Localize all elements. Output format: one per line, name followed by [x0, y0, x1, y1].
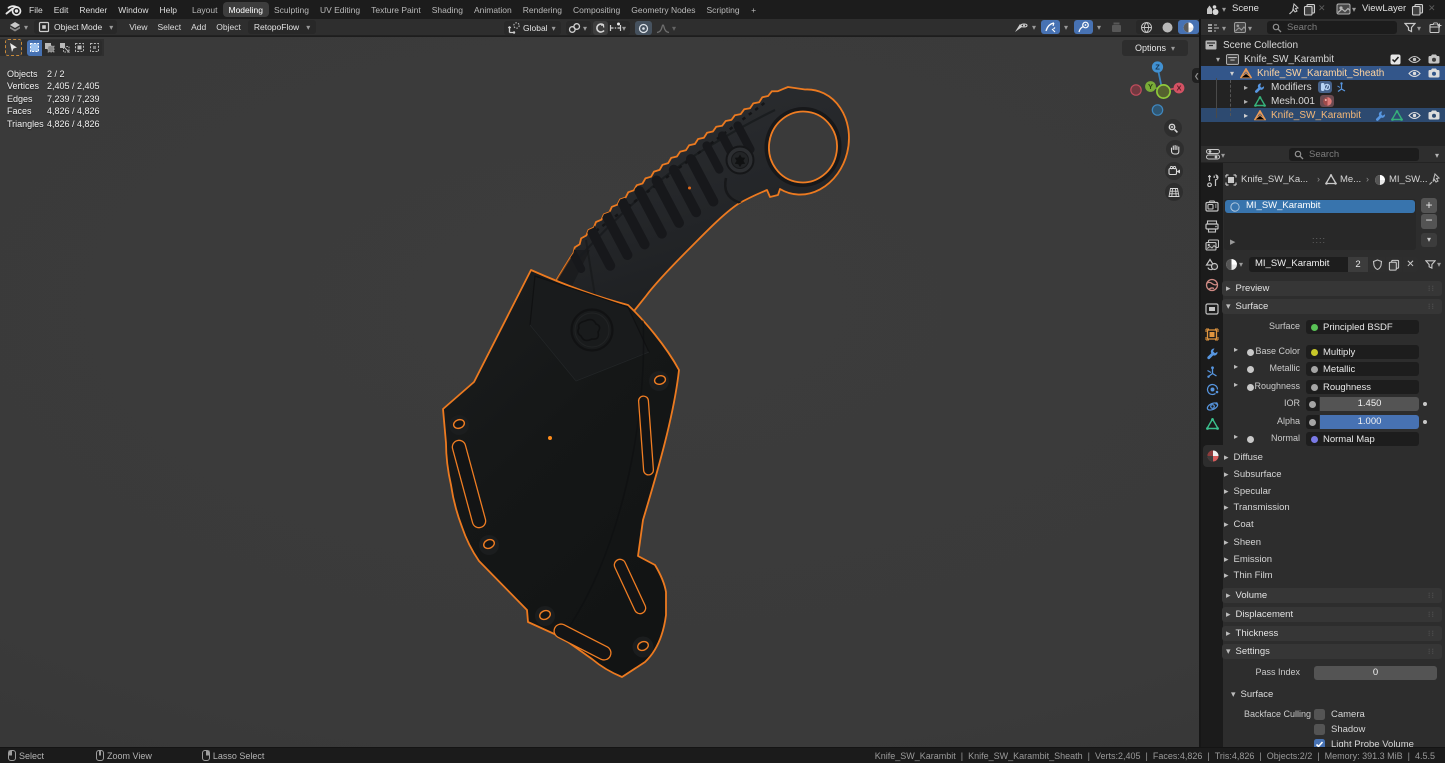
- svg-text:X: X: [1176, 84, 1181, 93]
- svg-text:Z: Z: [1155, 63, 1160, 72]
- svg-text:Y: Y: [1148, 82, 1153, 91]
